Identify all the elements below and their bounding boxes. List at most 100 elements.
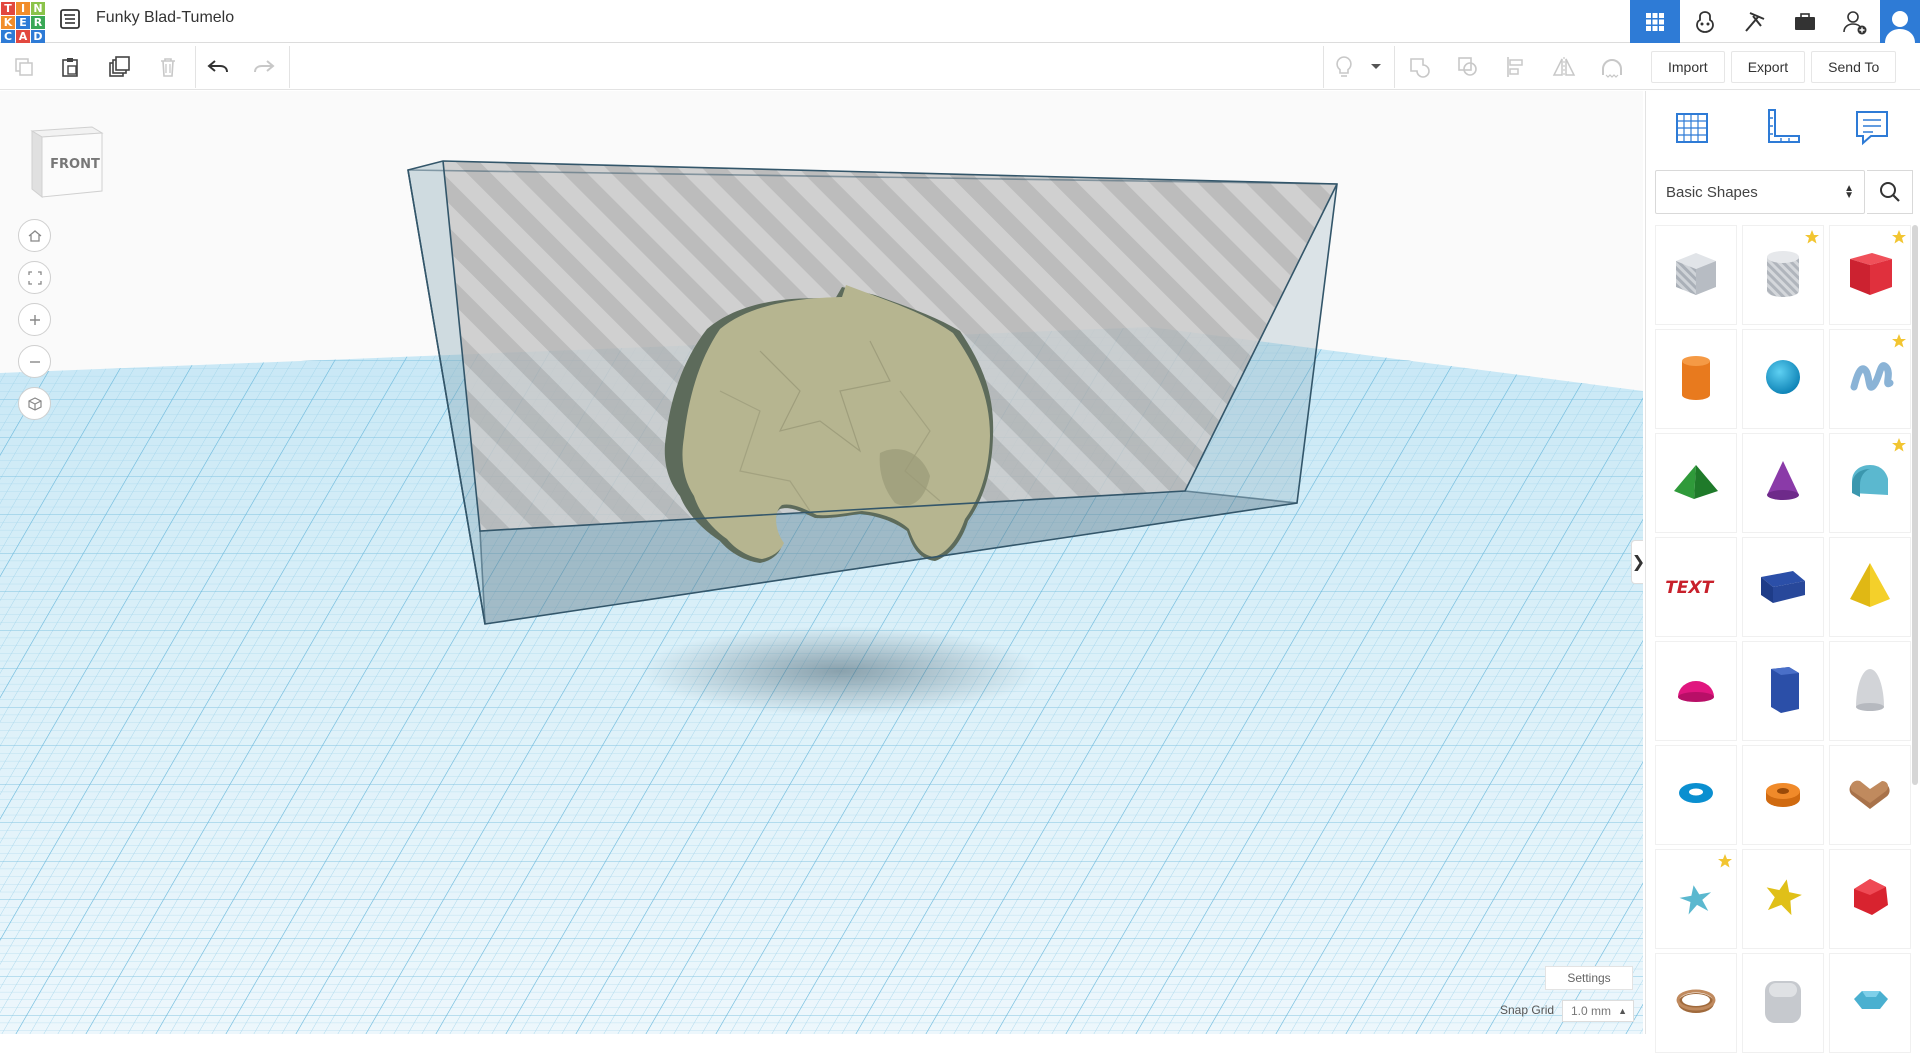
logo-letter: E [16,16,30,29]
snap-grid-label: Snap Grid [1500,1003,1555,1017]
shape-ring[interactable] [1655,953,1737,1053]
favorite-star-icon [1891,229,1907,250]
logo-letter: K [1,16,15,29]
copy-icon[interactable] [9,52,39,82]
shape-wedge[interactable] [1742,537,1824,637]
shape-icosahedron[interactable] [1829,849,1911,949]
fit-view-icon[interactable] [18,261,51,294]
home-view-icon[interactable] [18,219,51,252]
view-cube-label: FRONT [50,157,100,172]
mirror-icon[interactable] [1549,52,1579,82]
magnet-icon[interactable] [1597,52,1627,82]
dropdown-icon[interactable] [1364,52,1388,82]
grid-view-icon[interactable] [1630,0,1680,43]
shape-rounded-box-hole[interactable] [1742,953,1824,1053]
box-hole-icon [1666,243,1726,308]
favorite-star-icon [1804,229,1820,250]
heart-icon [1840,763,1900,828]
tube-icon [1753,763,1813,828]
undo-icon[interactable] [203,52,233,82]
align-icon[interactable] [1501,52,1531,82]
logo-letter: I [16,2,30,15]
shape-roof[interactable] [1655,433,1737,533]
avatar[interactable] [1880,0,1920,43]
designs-list-icon[interactable] [58,7,82,31]
shape-box-hole[interactable] [1655,225,1737,325]
send-to-button[interactable]: Send To [1811,50,1897,83]
shape-heart[interactable] [1829,745,1911,845]
shape-round-roof[interactable] [1829,433,1911,533]
import-button[interactable]: Import [1651,50,1725,83]
top-right-nav [1630,0,1920,43]
paste-icon[interactable] [55,52,85,82]
workplane-icon[interactable] [1668,103,1716,151]
cylinder-icon [1666,347,1726,412]
light-bulb-icon[interactable] [1329,52,1359,82]
shape-library-select[interactable]: Basic Shapes ▲ ▼ [1655,170,1865,214]
shape-tube[interactable] [1742,745,1824,845]
shape-cylinder-hole[interactable] [1742,225,1824,325]
settings-button[interactable]: Settings [1545,966,1633,990]
blocks-icon[interactable] [1680,0,1730,43]
text-icon: TEXT [1663,555,1726,620]
snap-grid-select[interactable]: 1.0 mm ▲ [1562,1000,1634,1022]
pyramid-icon [1840,555,1900,620]
box-icon [1840,243,1900,308]
logo-letter: C [1,30,15,43]
top-bar: TIN KER CAD Funky Blad-Tumelo [0,0,1920,43]
logo-letter: N [31,2,45,15]
perspective-icon[interactable] [18,387,51,420]
shape-sphere[interactable] [1742,329,1824,429]
design-title[interactable]: Funky Blad-Tumelo [96,8,234,28]
shape-polygon[interactable] [1742,641,1824,741]
roof-icon [1666,451,1726,516]
favorite-star-icon [1891,437,1907,458]
shape-box[interactable] [1829,225,1911,325]
panel-tabs [1646,91,1920,161]
logo-letter: A [16,30,30,43]
shape-gem[interactable] [1829,953,1911,1053]
zoom-out-icon[interactable] [18,345,51,378]
ungroup-icon[interactable] [1453,52,1483,82]
shape-scribble[interactable] [1829,329,1911,429]
logo-letter: T [1,2,15,15]
ruler-icon[interactable] [1758,103,1806,151]
shape-paraboloid[interactable] [1829,641,1911,741]
star-yellow-icon [1753,867,1813,932]
caret-up-icon: ▲ [1618,1006,1627,1016]
delete-icon[interactable] [153,52,183,82]
add-user-icon[interactable] [1830,0,1880,43]
group-icon[interactable] [1404,52,1434,82]
round-roof-icon [1840,451,1900,516]
shape-pyramid[interactable] [1829,537,1911,637]
logo-letter: R [31,16,45,29]
notes-icon[interactable] [1848,103,1896,151]
redo-icon[interactable] [249,52,279,82]
shape-star-yellow[interactable] [1742,849,1824,949]
workplane-viewport[interactable]: FRONT Settings Snap Grid 1.0 mm ▲ ❯ [0,91,1643,1034]
select-arrows-icon: ▲ ▼ [1844,183,1854,201]
duplicate-icon[interactable] [104,52,134,82]
gem-icon [1840,971,1900,1036]
shape-cylinder[interactable] [1655,329,1737,429]
3d-scene[interactable] [0,91,1643,1034]
shape-cone[interactable] [1742,433,1824,533]
view-cube[interactable]: FRONT [27,121,107,201]
search-icon[interactable] [1867,170,1913,214]
shape-star[interactable] [1655,849,1737,949]
shape-text[interactable]: TEXT [1655,537,1737,637]
panel-scrollbar[interactable] [1912,225,1918,785]
shape-half-sphere[interactable] [1655,641,1737,741]
half-sphere-icon [1666,659,1726,724]
briefcase-icon[interactable] [1780,0,1830,43]
shapes-panel: Basic Shapes ▲ ▼ TEXT [1645,91,1920,1053]
polygon-icon [1753,659,1813,724]
torus-icon [1666,763,1726,828]
collapse-panel-button[interactable]: ❯ [1631,540,1643,584]
bricks-icon[interactable] [1730,0,1780,43]
snap-grid-value: 1.0 mm [1571,1004,1612,1018]
export-button[interactable]: Export [1730,50,1806,83]
shape-torus[interactable] [1655,745,1737,845]
tinkercad-logo[interactable]: TIN KER CAD [0,0,46,43]
zoom-in-icon[interactable] [18,303,51,336]
